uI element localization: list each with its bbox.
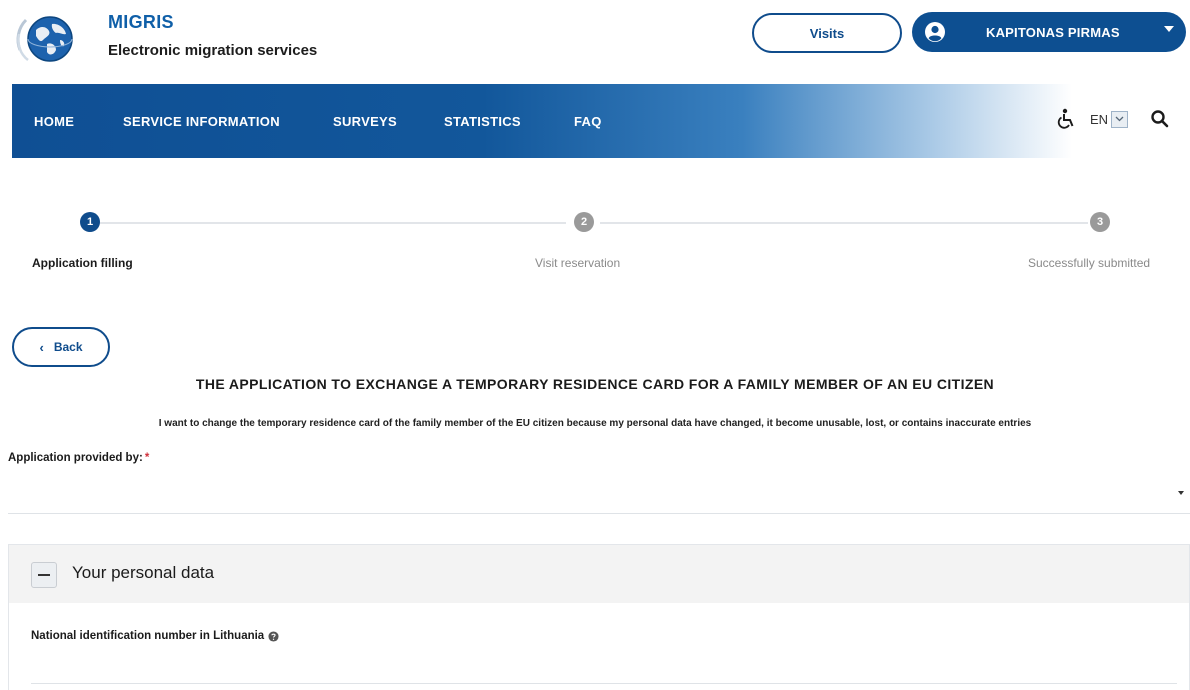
page-title: THE APPLICATION TO EXCHANGE A TEMPORARY … [195, 376, 995, 392]
chevron-left-icon: ‹ [39, 339, 44, 355]
chevron-down-icon [1178, 491, 1184, 495]
back-button-label: Back [53, 340, 83, 354]
chevron-down-icon [1164, 26, 1174, 32]
application-provided-by-label: Application provided by: * [8, 452, 149, 464]
required-marker: * [144, 452, 150, 464]
national-id-label-text: National identification number in Lithua… [31, 630, 265, 642]
nav-item-statistics[interactable]: STATISTICS [444, 114, 521, 129]
nav-tools: EN [1056, 108, 1170, 130]
step-2-label: Visit reservation [535, 256, 621, 270]
step-connector [100, 222, 566, 224]
step-connector [600, 222, 1088, 224]
step-1-indicator: 1 [80, 212, 100, 232]
personal-data-panel: Your personal data National identificati… [8, 544, 1190, 690]
user-circle-icon [925, 22, 945, 42]
application-provided-by-select[interactable] [8, 472, 1190, 514]
national-id-label: National identification number in Lithua… [31, 630, 279, 642]
language-label[interactable]: EN [1090, 112, 1108, 127]
brand-name[interactable]: MIGRIS [108, 12, 174, 33]
language-dropdown[interactable] [1111, 110, 1128, 128]
user-name: KAPITONAS PIRMAS [986, 24, 1120, 40]
page-subtitle: I want to change the temporary residence… [158, 418, 1032, 429]
nav-item-home[interactable]: HOME [34, 114, 74, 129]
national-id-input[interactable] [31, 683, 1177, 684]
brand-subtitle: Electronic migration services [108, 42, 318, 59]
back-button[interactable]: ‹ Back [12, 327, 110, 367]
search-icon[interactable] [1150, 109, 1170, 129]
provided-by-label-text: Application provided by: [8, 452, 143, 464]
help-icon[interactable] [268, 630, 279, 642]
step-2-indicator: 2 [574, 212, 594, 232]
collapse-section-button[interactable] [31, 562, 57, 588]
globe-logo-icon[interactable] [14, 10, 78, 68]
nav-item-faq[interactable]: FAQ [574, 114, 602, 129]
nav-item-service-information[interactable]: SERVICE INFORMATION [123, 114, 280, 129]
step-3-label: Successfully submitted [1028, 256, 1151, 270]
minus-icon [38, 573, 50, 577]
section-title: Your personal data [72, 563, 215, 582]
step-3-indicator: 3 [1090, 212, 1110, 232]
user-menu-button[interactable]: KAPITONAS PIRMAS [912, 12, 1186, 52]
nav-item-surveys[interactable]: SURVEYS [333, 114, 397, 129]
main-navigation: HOME SERVICE INFORMATION SURVEYS STATIST… [12, 84, 1190, 158]
accessibility-icon[interactable] [1056, 108, 1076, 130]
personal-data-panel-header[interactable]: Your personal data [9, 545, 1189, 603]
visits-button[interactable]: Visits [752, 13, 902, 53]
step-1-label: Application filling [32, 256, 133, 270]
chevron-down-icon [1115, 116, 1124, 122]
